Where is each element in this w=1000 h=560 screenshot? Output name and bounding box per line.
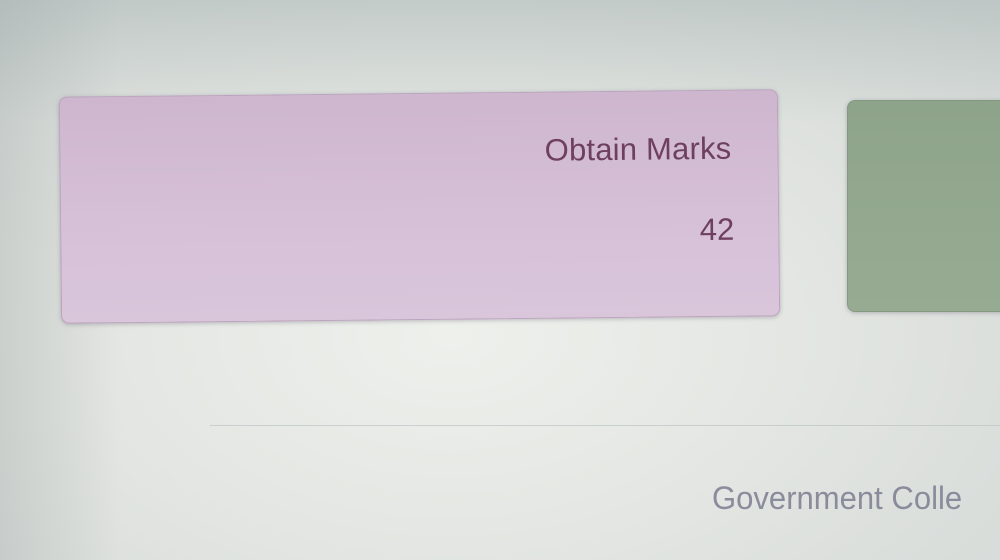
obtain-marks-card: Obtain Marks 42 (58, 89, 781, 324)
footer-divider (210, 425, 1000, 426)
footer-institution-text: Government Colle (712, 480, 963, 516)
obtain-marks-label: Obtain Marks (544, 130, 732, 168)
next-stat-card (847, 100, 1000, 312)
obtain-marks-value: 42 (699, 211, 735, 248)
